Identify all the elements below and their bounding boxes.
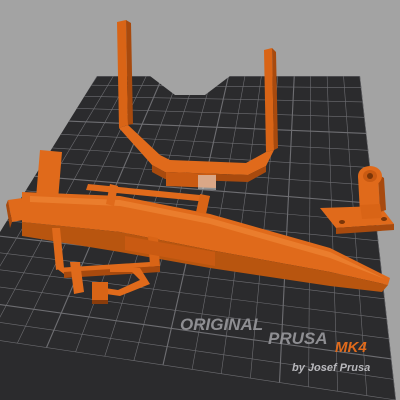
scene-canvas[interactable]: ORIGINAL PRUSA MK4 by Josef Prusa [0, 0, 400, 400]
3d-viewport[interactable]: ORIGINAL PRUSA MK4 by Josef Prusa [0, 0, 400, 400]
brand-model: MK4 [335, 339, 367, 356]
brand-prusa: PRUSA [268, 329, 328, 348]
brand-original: ORIGINAL [180, 315, 263, 334]
brand-byline: by Josef Prusa [292, 362, 370, 374]
